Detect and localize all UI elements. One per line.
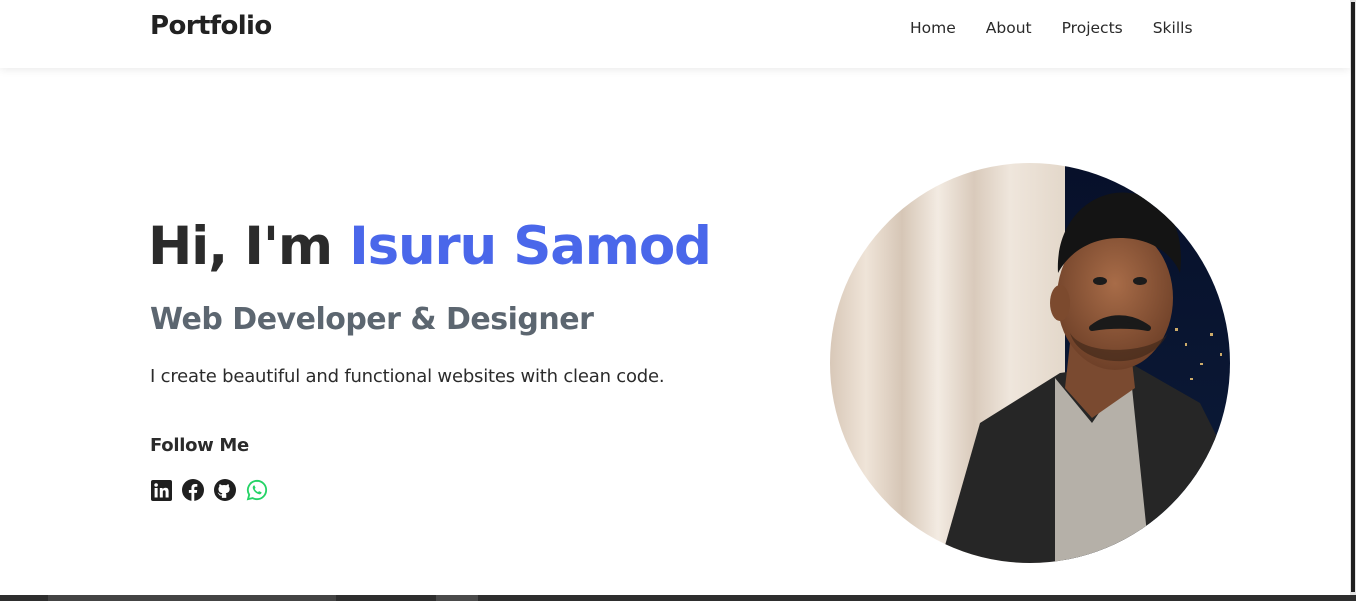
profile-photo bbox=[830, 163, 1230, 563]
taskbar-segment bbox=[48, 595, 336, 601]
github-icon[interactable] bbox=[214, 478, 236, 502]
scrollbar-thumb[interactable] bbox=[1351, 2, 1355, 592]
nav-link-projects[interactable]: Projects bbox=[1062, 19, 1123, 37]
profile-photo-illustration bbox=[830, 163, 1230, 563]
hero-subtitle: Web Developer & Designer bbox=[150, 302, 594, 337]
whatsapp-icon[interactable] bbox=[246, 478, 268, 502]
follow-me-heading: Follow Me bbox=[150, 435, 249, 456]
facebook-icon[interactable] bbox=[182, 478, 204, 502]
social-links bbox=[150, 478, 268, 502]
nav-link-about[interactable]: About bbox=[986, 19, 1032, 37]
hero-name: Isuru Samod bbox=[349, 216, 712, 277]
nav-links: Home About Projects Skills bbox=[910, 19, 1193, 37]
bottom-taskbar-edge bbox=[0, 595, 1356, 601]
hero-description: I create beautiful and functional websit… bbox=[150, 366, 665, 387]
hero-greeting: Hi, I'm bbox=[148, 216, 333, 277]
linkedin-icon[interactable] bbox=[150, 478, 172, 502]
nav-link-home[interactable]: Home bbox=[910, 19, 956, 37]
taskbar-segment bbox=[436, 595, 478, 601]
navbar: Portfolio Home About Projects Skills bbox=[0, 0, 1350, 68]
hero-title: Hi, I'm Isuru Samod bbox=[148, 216, 712, 277]
nav-link-skills[interactable]: Skills bbox=[1153, 19, 1193, 37]
brand-logo[interactable]: Portfolio bbox=[150, 11, 272, 41]
